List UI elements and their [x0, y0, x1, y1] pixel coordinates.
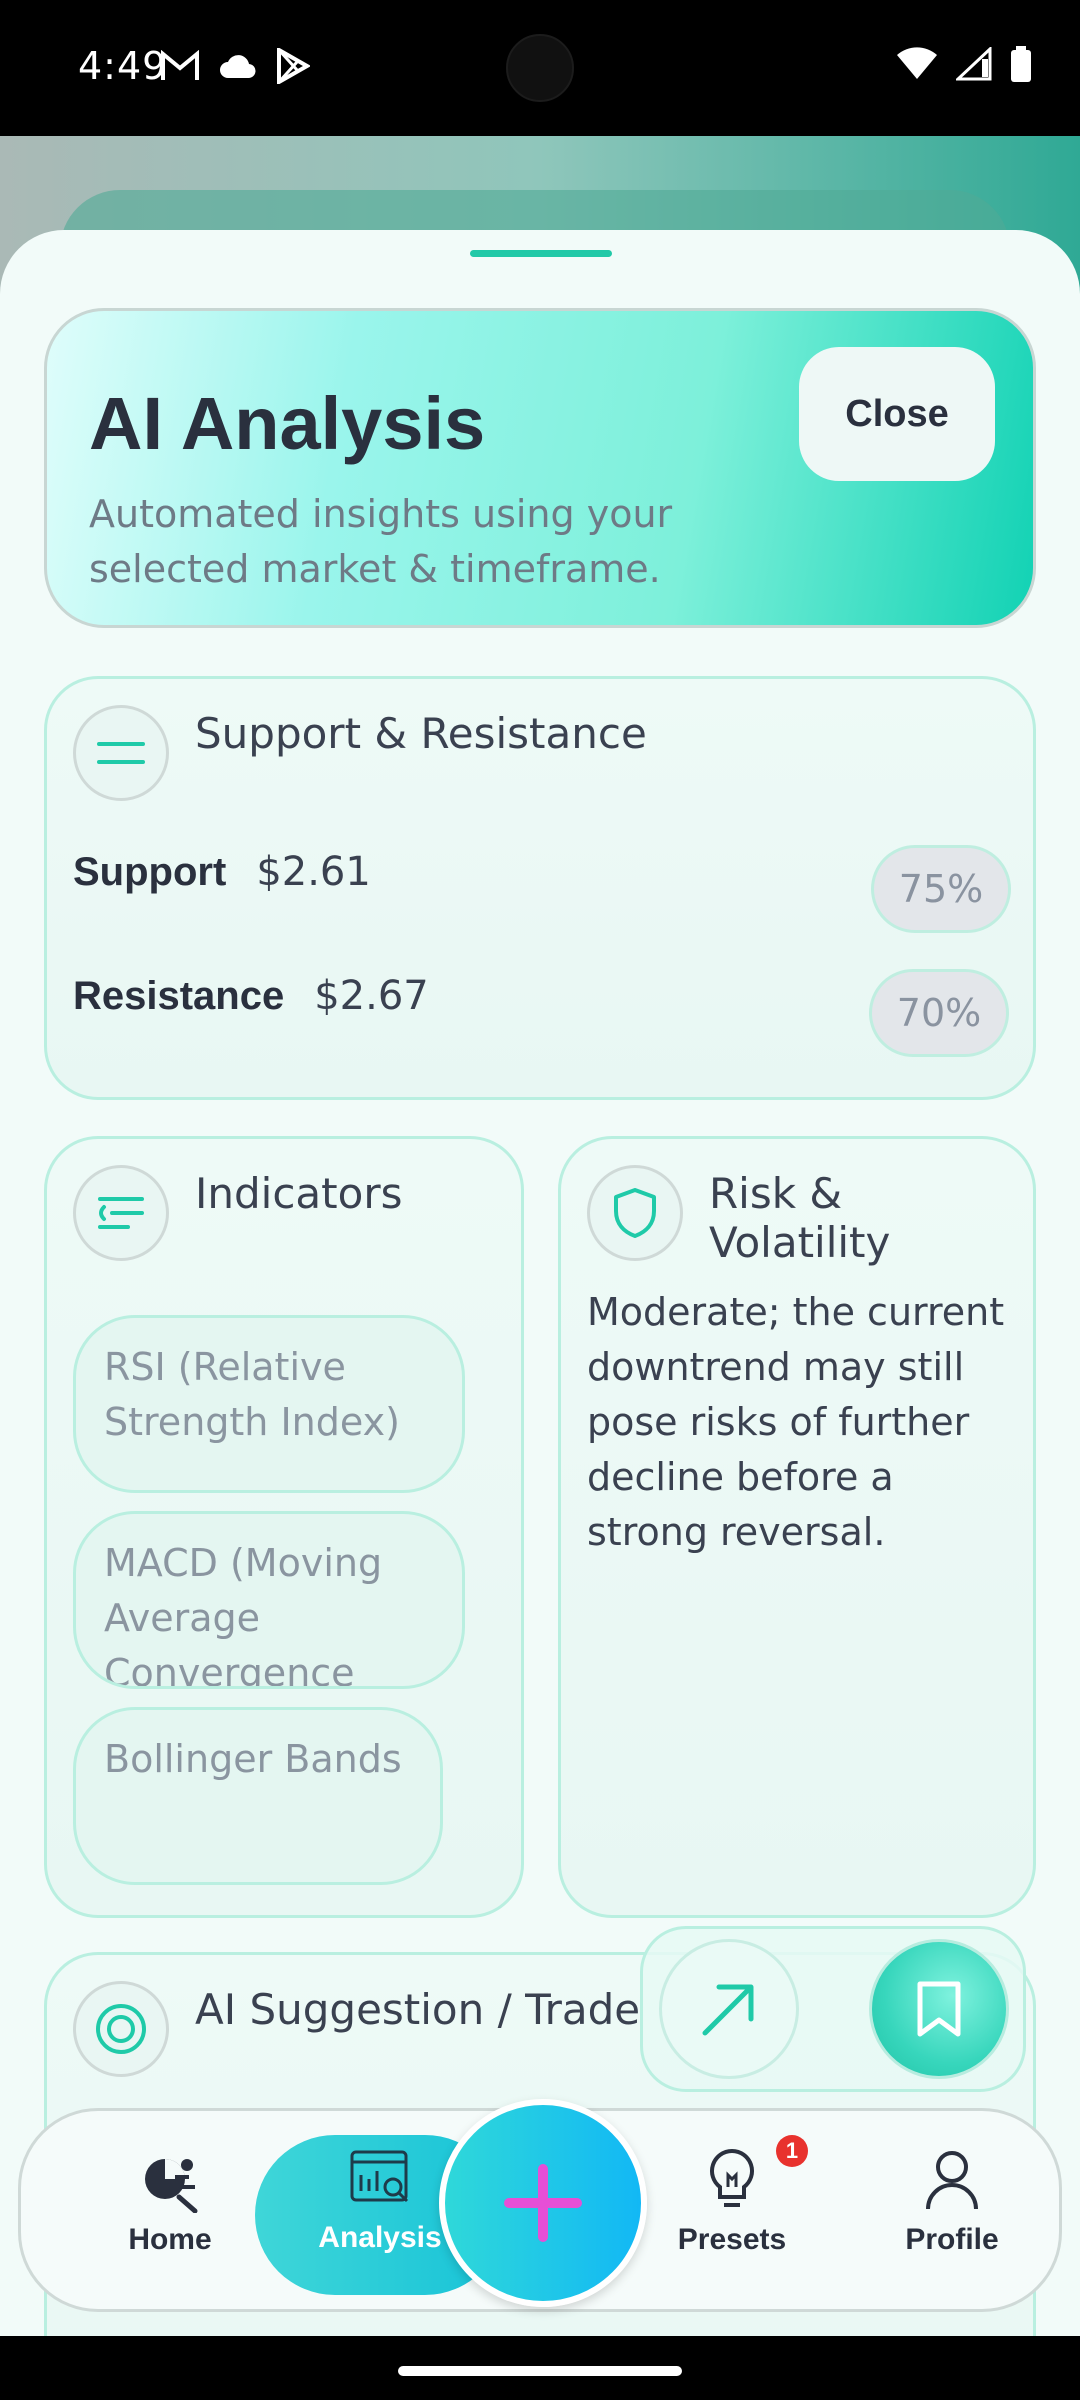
home-indicator[interactable] — [398, 2366, 682, 2376]
page-title: AI Analysis — [89, 382, 486, 465]
status-right-icons — [896, 46, 1032, 82]
wifi-icon — [897, 47, 937, 79]
support-value: $2.61 — [256, 849, 371, 895]
status-time: 4:49 — [78, 44, 168, 88]
home-analytics-icon — [145, 2159, 198, 2214]
resistance-value: $2.67 — [314, 973, 429, 1019]
status-left-icons — [160, 48, 310, 84]
play-store-icon — [277, 48, 310, 84]
support-label: Support — [73, 850, 227, 894]
add-button[interactable] — [439, 2099, 647, 2307]
nav-analysis-inner: Analysis — [305, 2147, 455, 2255]
support-resistance-title: Support & Resistance — [195, 709, 647, 758]
support-confidence-badge: 75% — [871, 845, 1011, 933]
resistance-row: Resistance $2.67 — [73, 973, 429, 1019]
arrow-up-right-icon — [702, 1984, 754, 2036]
page-subtitle: Automated insights using your selected m… — [89, 492, 673, 591]
floating-actions — [640, 1926, 1026, 2092]
risk-description: Moderate; the current downtrend may stil… — [587, 1290, 1005, 1554]
nav-home[interactable]: Home — [95, 2147, 245, 2257]
gmail-icon — [161, 50, 199, 80]
bookmark-button[interactable] — [869, 1939, 1009, 2079]
support-row: Support $2.61 — [73, 849, 371, 895]
analysis-sheet: AI Analysis Automated insights using you… — [0, 230, 1080, 2336]
sheet-drag-handle[interactable] — [470, 250, 612, 257]
indicators-title: Indicators — [195, 1169, 403, 1218]
resistance-label: Resistance — [73, 974, 285, 1018]
battery-icon — [1011, 46, 1031, 82]
plus-icon — [504, 2164, 582, 2242]
resistance-confidence-badge: 70% — [869, 969, 1009, 1057]
nav-home-label: Home — [128, 2223, 212, 2256]
support-resistance-card: Support & Resistance Support $2.61 75% R… — [44, 676, 1036, 1100]
nav-analysis-label: Analysis — [318, 2221, 442, 2254]
profile-icon — [926, 2151, 978, 2210]
shield-icon — [587, 1165, 683, 1261]
analysis-icon — [350, 2150, 409, 2203]
nav-presets-label: Presets — [677, 2223, 787, 2256]
risk-title: Risk & Volatility — [709, 1169, 891, 1267]
status-bar: 4:49 — [0, 0, 1080, 136]
presets-icon-wrap: 1 — [702, 2135, 808, 2217]
indicator-chip[interactable]: MACD (Moving Average Convergence Diverge… — [73, 1511, 465, 1689]
indicator-chip[interactable]: RSI (Relative Strength Index) — [73, 1315, 465, 1493]
nav-presets[interactable]: 1 Presets — [657, 2135, 808, 2257]
indicator-chip-label: RSI (Relative Strength Index) — [104, 1345, 400, 1444]
cloud-icon — [220, 55, 256, 79]
target-icon — [73, 1981, 169, 2077]
signal-icon — [956, 47, 992, 81]
camera-cutout — [506, 34, 574, 102]
equals-lines-icon — [73, 705, 169, 801]
indicator-chip-label: Bollinger Bands — [104, 1737, 402, 1781]
indicators-card: Indicators RSI (Relative Strength Index)… — [44, 1136, 524, 1918]
close-button[interactable]: Close — [799, 347, 995, 481]
presets-badge: 1 — [776, 2135, 808, 2167]
nav-profile[interactable]: Profile — [877, 2147, 1027, 2257]
open-detail-button[interactable] — [659, 1939, 799, 2079]
indicator-chip[interactable]: Bollinger Bands — [73, 1707, 443, 1885]
indicator-chip-label: MACD (Moving Average Convergence Diverge… — [104, 1541, 383, 1689]
filter-lines-icon — [73, 1165, 169, 1261]
ai-suggestion-title: AI Suggestion / Trade — [195, 1985, 641, 2034]
bottom-navigation: Home Analysis 1 Presets Profile — [18, 2099, 1062, 2312]
risk-volatility-card: Risk & Volatility Moderate; the current … — [558, 1136, 1036, 1918]
lightbulb-icon — [710, 2148, 754, 2207]
header-card: AI Analysis Automated insights using you… — [44, 308, 1036, 628]
nav-profile-label: Profile — [905, 2223, 999, 2256]
bookmark-icon — [917, 1981, 961, 2037]
